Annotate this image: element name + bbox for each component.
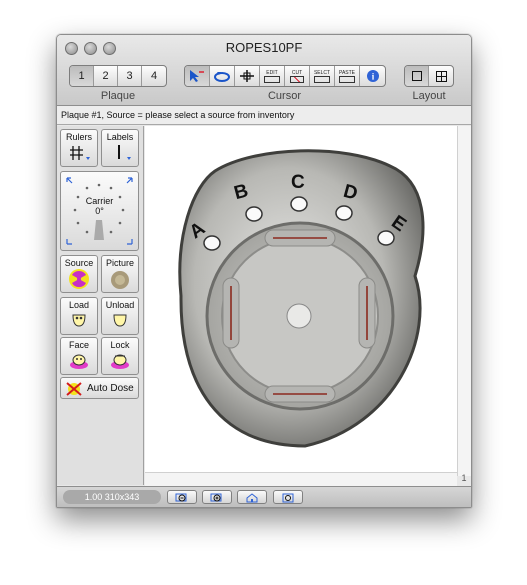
app-window: ROPES10PF 1 2 3 4 Plaque EDIT CUT SELCT … [56, 34, 472, 508]
plaque-picture-icon [111, 271, 129, 289]
load-label: Load [68, 300, 90, 310]
layout-selector [404, 65, 454, 87]
plaque-tab-2[interactable]: 2 [94, 66, 118, 86]
home-icon [246, 493, 258, 503]
eye-plaque-image: A B C D E [178, 149, 425, 448]
load-button[interactable]: Load [60, 297, 98, 335]
face-icon [70, 354, 88, 369]
radiation-icon [69, 269, 89, 289]
edit-tool[interactable]: EDIT [260, 66, 285, 86]
auto-dose-icon [66, 382, 82, 396]
select-tool[interactable]: SELCT [310, 66, 335, 86]
window-title: ROPES10PF [225, 40, 303, 55]
plaque-tab-1[interactable]: 1 [70, 66, 94, 86]
auto-dose-label: Auto Dose [87, 383, 134, 394]
source-label: Source [64, 258, 94, 268]
lock-label: Lock [110, 340, 130, 350]
move-tool-icon[interactable] [235, 66, 260, 86]
select-arrow-tool-icon[interactable] [185, 66, 210, 86]
unload-eye-icon [113, 314, 127, 327]
ruler-grid-icon [70, 146, 90, 160]
select-tool-label: SELCT [313, 69, 331, 76]
plaque-selector: 1 2 3 4 [69, 65, 167, 87]
horizontal-scrollbar[interactable] [145, 472, 457, 486]
edit-tool-label: EDIT [266, 69, 278, 76]
status-message: Plaque #1, Source = please select a sour… [57, 106, 471, 125]
fit-view-button[interactable] [273, 490, 303, 504]
cursor-group-label: Cursor [267, 90, 301, 102]
vertical-scrollbar[interactable] [457, 126, 471, 476]
plaque-tab-3[interactable]: 3 [118, 66, 142, 86]
cursor-tools: EDIT CUT SELCT PASTE i [184, 65, 386, 87]
face-button[interactable]: Face [60, 337, 98, 375]
layout-single-icon[interactable] [405, 66, 429, 86]
lock-button[interactable]: Lock [101, 337, 139, 375]
unload-button[interactable]: Unload [101, 297, 139, 335]
cut-tool[interactable]: CUT [285, 66, 310, 86]
layout-grid-icon[interactable] [429, 66, 453, 86]
plaque-group-label: Plaque [100, 90, 136, 102]
picture-label: Picture [105, 258, 134, 268]
zoom-out-icon [175, 493, 187, 502]
zoom-in-icon [210, 493, 222, 502]
labels-button[interactable]: Labels [101, 129, 139, 167]
zoom-out-button[interactable] [167, 490, 197, 504]
tool-sidebar: Rulers Labels Carrier 0° Source Picture … [57, 126, 144, 485]
rulers-button[interactable]: Rulers [60, 129, 98, 167]
label-marker-icon [118, 145, 131, 160]
paste-tool[interactable]: PASTE [335, 66, 360, 86]
rulers-label: Rulers [65, 132, 92, 142]
picture-button[interactable]: Picture [101, 255, 139, 293]
hole-label-c: C [291, 172, 305, 193]
bottom-toolbar: 1.00 310x343 [57, 486, 471, 507]
labels-label: Labels [106, 132, 134, 142]
face-label: Face [68, 340, 89, 350]
fit-view-icon [282, 493, 294, 503]
home-button[interactable] [237, 490, 267, 504]
zoom-readout: 1.00 310x343 [63, 490, 161, 504]
auto-dose-button[interactable]: Auto Dose [60, 377, 139, 399]
load-eye-icon [72, 314, 86, 327]
page-number: 1 [461, 473, 467, 483]
cut-tool-label: CUT [291, 69, 303, 76]
zoom-in-button[interactable] [202, 490, 232, 504]
rotate-tool-icon[interactable] [210, 66, 235, 86]
layout-group-label: Layout [412, 90, 446, 102]
unload-label: Unload [105, 300, 135, 310]
lock-icon [111, 354, 129, 369]
carrier-dial[interactable]: Carrier 0° [60, 171, 139, 251]
title-bar: ROPES10PF 1 2 3 4 Plaque EDIT CUT SELCT … [57, 35, 471, 106]
plaque-tab-4[interactable]: 4 [142, 66, 166, 86]
plaque-canvas[interactable]: A B C D E [145, 126, 457, 476]
paste-tool-label: PASTE [338, 69, 356, 76]
info-tool-icon[interactable]: i [360, 66, 385, 86]
source-button[interactable]: Source [60, 255, 98, 293]
carrier-angle: 0° [95, 206, 104, 216]
carrier-label: Carrier [85, 196, 114, 206]
